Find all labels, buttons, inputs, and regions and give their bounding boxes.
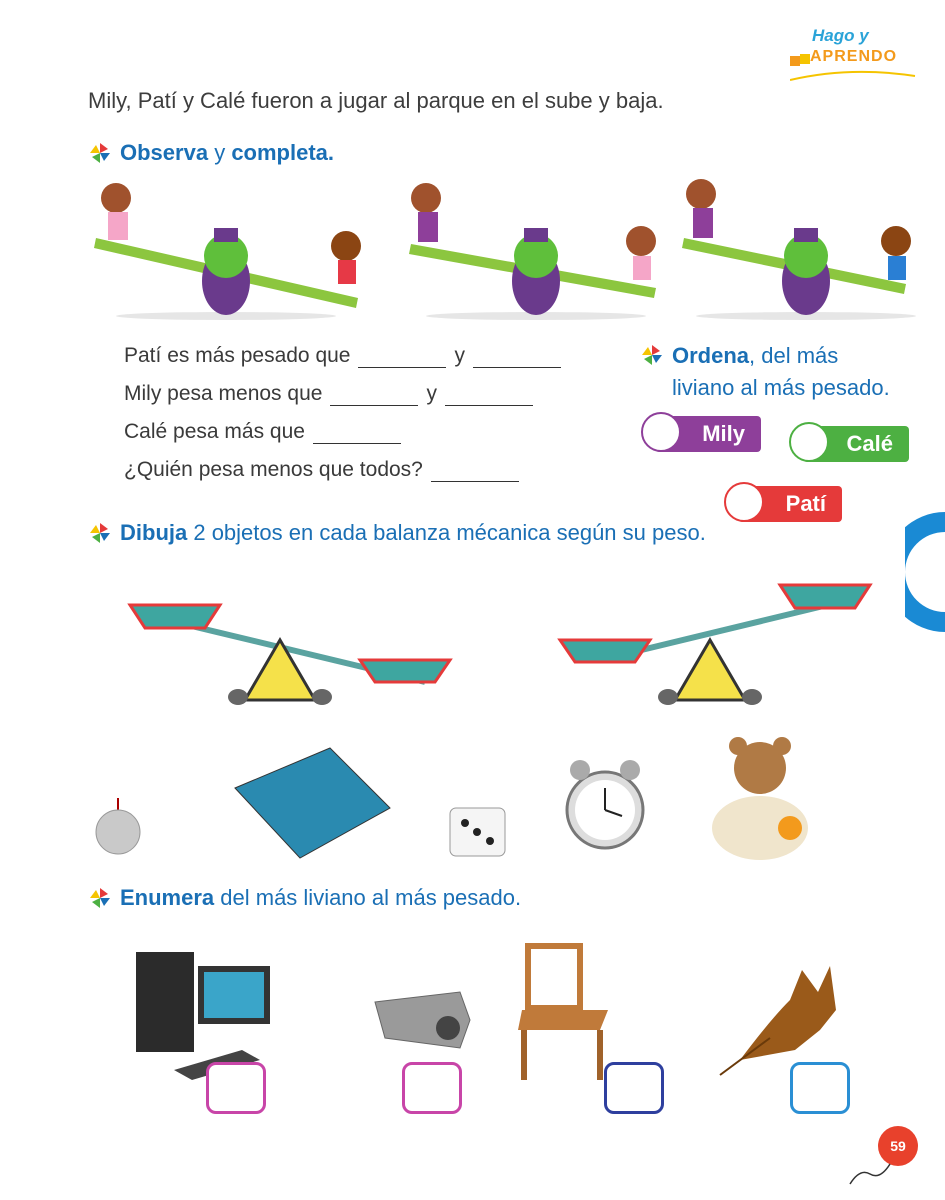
ordena-rest-1: , del más <box>749 343 839 368</box>
seesaw-3 <box>682 179 916 320</box>
number-box-sharpener[interactable] <box>402 1062 462 1114</box>
teddy-bear <box>712 737 808 860</box>
verb-dibuja: Dibuja <box>120 520 188 545</box>
oak-leaf <box>719 966 836 1076</box>
balances-illustration <box>127 583 873 705</box>
question-3-text: Calé pesa más que <box>124 420 305 443</box>
question-1-conj: y <box>454 344 465 367</box>
answer-blank-2a[interactable] <box>330 387 419 406</box>
tag-mily-label: Mily <box>702 421 745 446</box>
pinwheel-icon <box>90 523 110 543</box>
seesaw-illustrations <box>94 179 916 320</box>
tag-cale-label: Calé <box>846 431 893 456</box>
instruction-observa: Observa y completa. <box>88 140 334 166</box>
question-3: Calé pesa más que <box>124 420 561 444</box>
ornament-ball <box>95 798 141 855</box>
question-4: ¿Quién pesa menos que todos? <box>124 458 561 482</box>
computer <box>136 952 270 1080</box>
questions-block: Patí es más pesado que y Mily pesa menos… <box>124 344 561 482</box>
tag-pati-label: Patí <box>785 491 826 516</box>
verb-ordena: Ordena <box>672 343 750 368</box>
chair <box>518 943 608 1080</box>
page-number: 59 <box>890 1138 906 1154</box>
question-2-text: Mily pesa menos que <box>124 382 323 405</box>
order-circle-mily[interactable] <box>641 412 681 452</box>
hago-y-aprendo-logo: Hago y Aprendo <box>790 26 920 86</box>
pinwheel-icon <box>642 345 662 365</box>
bottom-objects <box>136 943 836 1080</box>
objects-row <box>95 737 808 860</box>
conj-y: y <box>214 140 226 165</box>
ordena-rest-2: liviano al más pesado. <box>672 375 890 400</box>
verb-observa: Observa <box>120 140 209 165</box>
pinwheel-icon <box>90 143 110 163</box>
verb-enumera: Enumera <box>120 885 215 910</box>
logo-decoration <box>790 54 916 81</box>
tag-pati[interactable]: Patí <box>724 482 842 522</box>
answer-blank-3[interactable] <box>312 425 401 444</box>
side-tab-decoration <box>905 512 945 632</box>
question-1: Patí es más pesado que y <box>124 344 561 368</box>
instruction-ordena: Ordena, del más liviano al más pesado. <box>640 340 890 404</box>
balance-left <box>127 603 453 705</box>
order-circle-pati[interactable] <box>724 482 764 522</box>
balance-right <box>557 583 873 705</box>
tag-mily[interactable]: Mily <box>641 412 761 452</box>
answer-blank-4[interactable] <box>430 463 519 482</box>
seesaw-2 <box>409 183 656 320</box>
tag-cale[interactable]: Calé <box>789 422 909 462</box>
balloon-string <box>849 1163 891 1185</box>
answer-blank-2b[interactable] <box>444 387 533 406</box>
number-box-chair[interactable] <box>604 1062 664 1114</box>
alarm-clock <box>565 760 645 850</box>
question-4-text: ¿Quién pesa menos que todos? <box>124 458 423 481</box>
verb-completa: completa. <box>231 140 335 165</box>
book <box>234 747 391 859</box>
number-box-computer[interactable] <box>206 1062 266 1114</box>
question-1-text: Patí es más pesado que <box>124 344 351 367</box>
question-2-conj: y <box>426 382 437 405</box>
dibuja-rest: 2 objetos en cada balanza mécanica según… <box>187 520 706 545</box>
pinwheel-icon <box>90 888 110 908</box>
question-2: Mily pesa menos que y <box>124 382 561 406</box>
enumera-rest: del más liviano al más pesado. <box>214 885 522 910</box>
intro-text: Mily, Patí y Calé fueron a jugar al parq… <box>88 88 664 113</box>
dice <box>449 807 506 857</box>
seesaw-1 <box>94 183 361 320</box>
number-box-leaf[interactable] <box>790 1062 850 1114</box>
answer-blank-1a[interactable] <box>358 349 447 368</box>
order-circle-cale[interactable] <box>789 422 829 462</box>
instruction-dibuja: Dibuja 2 objetos en cada balanza mécanic… <box>88 520 706 546</box>
answer-blank-1b[interactable] <box>472 349 561 368</box>
pencil-sharpener <box>374 991 471 1049</box>
instruction-enumera: Enumera del más liviano al más pesado. <box>88 885 521 911</box>
